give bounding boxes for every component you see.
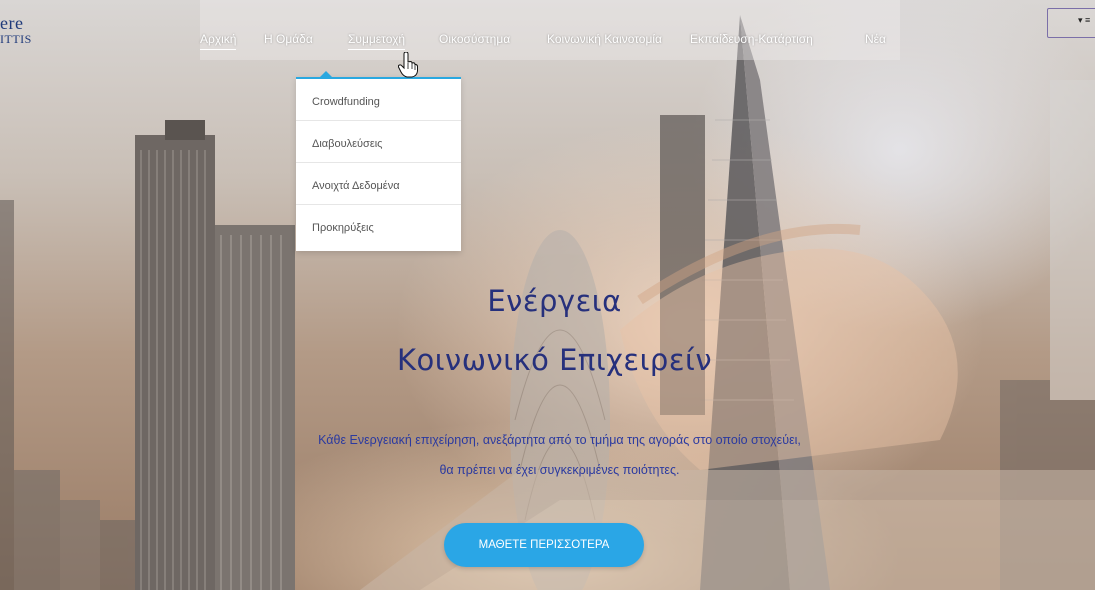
hand-pointer-cursor-icon <box>398 52 418 78</box>
participation-dropdown-menu: Crowdfunding Διαβουλεύσεις Ανοιχτά Δεδομ… <box>296 71 461 251</box>
dropdown-item-open-data[interactable]: Ανοιχτά Δεδομένα <box>296 163 461 205</box>
main-navigation: Αρχική Η Ομάδα Συμμετοχή Οικοσύστημα Κοι… <box>0 32 1095 52</box>
caret-down-icon: ▾ ≡ <box>1078 15 1091 25</box>
dropdown-caret-icon <box>320 71 332 77</box>
nav-item-home[interactable]: Αρχική <box>200 32 237 50</box>
nav-item-team[interactable]: Η Ομάδα <box>264 32 313 46</box>
nav-item-news[interactable]: Νέα <box>865 32 886 46</box>
menu-toggle-button[interactable]: ▾ ≡ <box>1047 8 1095 38</box>
nav-item-participation[interactable]: Συμμετοχή <box>348 32 406 50</box>
dropdown-item-crowdfunding[interactable]: Crowdfunding <box>296 79 461 121</box>
hero-subtitle-line-2: θα πρέπει να έχει συγκεκριμένες ποιότητε… <box>439 463 680 477</box>
nav-item-ecosystem[interactable]: Οικοσύστημα <box>439 32 510 46</box>
hero-subtitle-line-1: Κάθε Ενεργειακή επιχείρηση, ανεξάρτητα α… <box>318 433 801 447</box>
hero-title-line-1: Ενέργεια <box>487 284 622 318</box>
dropdown-item-consultations[interactable]: Διαβουλεύσεις <box>296 121 461 163</box>
dropdown-item-announcements[interactable]: Προκηρύξεις <box>296 205 461 247</box>
hero-title-line-2: Κοινωνικό Επιχειρείν <box>396 343 713 377</box>
learn-more-button[interactable]: ΜΑΘΕΤΕ ΠΕΡΙΣΣΟΤΕΡΑ <box>444 523 644 567</box>
nav-item-education-training[interactable]: Εκπαίδευση-Κατάρτιση <box>690 32 813 46</box>
nav-item-social-innovation[interactable]: Κοινωνική Καινοτομία <box>547 32 662 46</box>
logo-line-1: ere <box>0 13 24 33</box>
